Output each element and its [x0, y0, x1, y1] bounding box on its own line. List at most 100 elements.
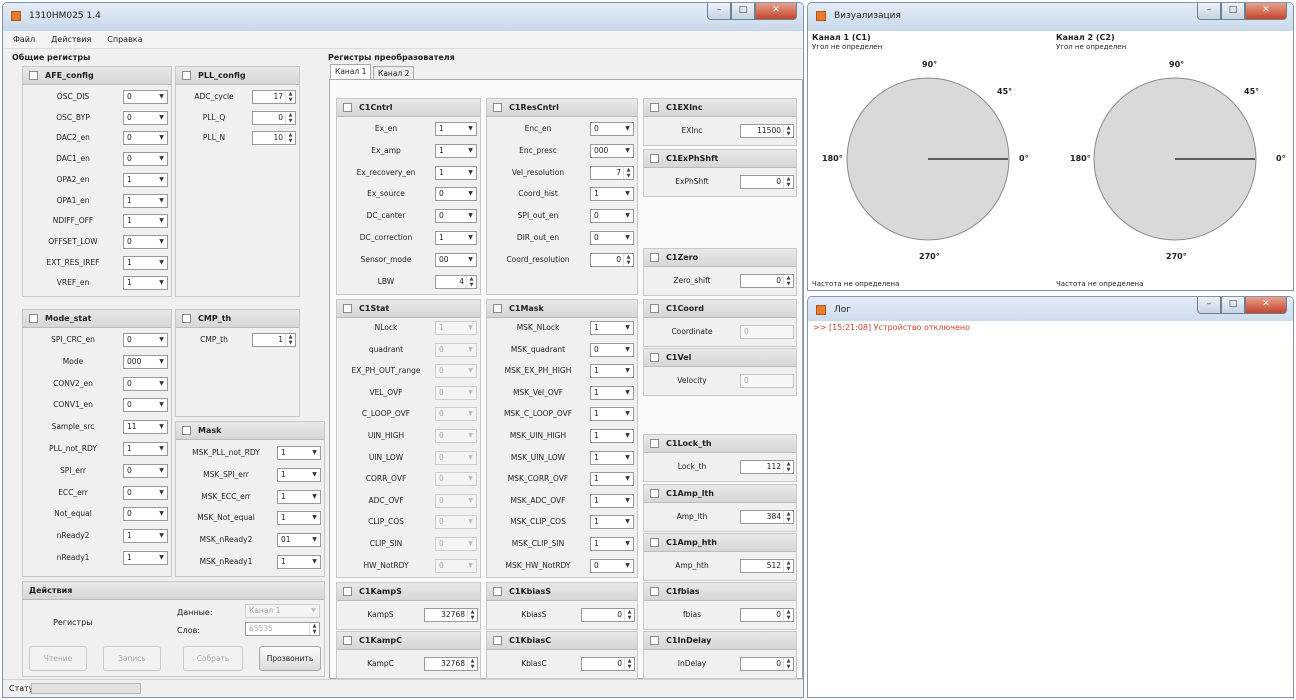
ext-res-iref-select[interactable]: 1 ▼ — [123, 255, 168, 270]
clip-sin-select[interactable]: 0 ▼ — [435, 537, 477, 551]
cmp-th-checkbox[interactable] — [182, 314, 191, 323]
enc-presc-select[interactable]: 000 ▼ — [590, 143, 634, 158]
msk-uin-low-select[interactable]: 1 ▼ — [590, 450, 634, 465]
osc-dis-select[interactable]: 0 ▼ — [123, 90, 168, 104]
zero-shift-spinner[interactable]: 0 ▲ ▼ — [740, 274, 794, 288]
msk-c-loop-ovf-select[interactable]: 1 ▼ — [590, 407, 634, 422]
opa1-en-select[interactable]: 1 ▼ — [123, 193, 168, 208]
hw-notrdy-select[interactable]: 0 ▼ — [435, 558, 477, 573]
pll-not-rdy-select[interactable]: 1 ▼ — [123, 442, 168, 456]
mode-select[interactable]: 000 ▼ — [123, 354, 168, 369]
c1stat-checkbox[interactable] — [343, 304, 352, 313]
ex-recovery-en-select[interactable]: 1 ▼ — [435, 165, 477, 180]
not-equal-select[interactable]: 0 ▼ — [123, 507, 168, 522]
c1kbiass-checkbox[interactable] — [493, 587, 502, 596]
msk-hw-notrdy-select[interactable]: 0 ▼ — [590, 558, 634, 573]
read-button[interactable]: Чтение — [29, 646, 87, 671]
velocity-field[interactable]: 0 — [740, 374, 794, 388]
main-titlebar[interactable]: 1310HM025 1.4 – □ ✕ — [3, 3, 803, 31]
visualization-titlebar[interactable]: Визуализация – □ ✕ — [808, 3, 1293, 31]
corr-ovf-select[interactable]: 0 ▼ — [435, 472, 477, 487]
amp-hth-spinner[interactable]: 512 ▲ ▼ — [740, 559, 794, 573]
dc-correction-select[interactable]: 1 ▼ — [435, 231, 477, 245]
uin-low-select[interactable]: 0 ▼ — [435, 450, 477, 465]
msk-adc-ovf-select[interactable]: 1 ▼ — [590, 493, 634, 508]
c1kbiasc-checkbox[interactable] — [493, 636, 502, 645]
maximize-icon[interactable]: □ — [1221, 3, 1245, 20]
c1exphshft-checkbox[interactable] — [650, 154, 659, 163]
c1mask-checkbox[interactable] — [493, 304, 502, 313]
dac2-en-select[interactable]: 0 ▼ — [123, 131, 168, 146]
msk-nlock-select[interactable]: 1 ▼ — [590, 321, 634, 335]
cmp-th-spinner[interactable]: 1 ▲ ▼ — [252, 333, 296, 347]
pll-q-spinner[interactable]: 0 ▲ ▼ — [252, 110, 296, 125]
enc-en-select[interactable]: 0 ▼ — [590, 122, 634, 136]
menu-file[interactable]: Файл — [3, 31, 41, 44]
afe-config-checkbox[interactable] — [29, 71, 38, 80]
log-text-area[interactable] — [808, 321, 1293, 697]
kamps-spinner[interactable]: 32768 ▲ ▼ — [424, 608, 478, 622]
c1ampl-checkbox[interactable] — [650, 489, 659, 498]
ex-amp-select[interactable]: 1 ▼ — [435, 143, 477, 158]
exphshft-spinner[interactable]: 0 ▲ ▼ — [740, 175, 794, 189]
lbw-spinner[interactable]: 4 ▲ ▼ — [435, 274, 477, 289]
ring-button[interactable]: Прозвонить — [259, 646, 321, 671]
dc-canter-select[interactable]: 0 ▼ — [435, 209, 477, 224]
ex-ph-out-range-select[interactable]: 0 ▼ — [435, 364, 477, 379]
mode-stat-checkbox[interactable] — [29, 314, 38, 323]
sensor-mode-select[interactable]: 00 ▼ — [435, 252, 477, 267]
c1cntrl-checkbox[interactable] — [343, 103, 352, 112]
c1kamps-checkbox[interactable] — [343, 587, 352, 596]
c1fbias-checkbox[interactable] — [650, 587, 659, 596]
msk-corr-ovf-select[interactable]: 1 ▼ — [590, 472, 634, 487]
uin-high-select[interactable]: 0 ▼ — [435, 429, 477, 443]
c1amph-checkbox[interactable] — [650, 538, 659, 547]
c1kampc-checkbox[interactable] — [343, 636, 352, 645]
close-icon[interactable]: ✕ — [755, 3, 797, 20]
close-icon[interactable]: ✕ — [1245, 297, 1287, 314]
sample-src-select[interactable]: 11 ▼ — [123, 420, 168, 435]
osc-byp-select[interactable]: 0 ▼ — [123, 110, 168, 125]
c1rescntrl-checkbox[interactable] — [493, 103, 502, 112]
msk-clip-sin-select[interactable]: 1 ▼ — [590, 537, 634, 551]
msk-ex-ph-high-select[interactable]: 1 ▼ — [590, 364, 634, 379]
c-loop-ovf-select[interactable]: 0 ▼ — [435, 407, 477, 422]
coord-resolution-spinner[interactable]: 0 ▲ ▼ — [590, 252, 634, 267]
spi-out-en-select[interactable]: 0 ▼ — [590, 209, 634, 224]
coord-hist-select[interactable]: 1 ▼ — [590, 187, 634, 202]
amp-lth-spinner[interactable]: 384 ▲ ▼ — [740, 510, 794, 524]
close-icon[interactable]: ✕ — [1245, 3, 1287, 20]
assemble-button[interactable]: Собрать — [183, 646, 243, 671]
tab-channel-1[interactable]: Канал 1 — [330, 64, 372, 79]
msk-not-equal-select[interactable]: 1 ▼ — [277, 511, 321, 526]
msk-nready2-select[interactable]: 01 ▼ — [277, 533, 321, 548]
maximize-icon[interactable]: □ — [731, 3, 755, 20]
nready1-select[interactable]: 1 ▼ — [123, 551, 168, 565]
adc-cycle-spinner[interactable]: 17 ▲ ▼ — [252, 90, 296, 104]
kbiasc-spinner[interactable]: 0 ▲ ▼ — [581, 657, 635, 671]
vel-resolution-spinner[interactable]: 7 ▲ ▼ — [590, 165, 634, 180]
dir-out-en-select[interactable]: 0 ▼ — [590, 231, 634, 245]
adc-ovf-select[interactable]: 0 ▼ — [435, 493, 477, 508]
menu-actions[interactable]: Действия — [41, 31, 97, 44]
fbias-spinner[interactable]: 0 ▲ ▼ — [740, 608, 794, 622]
nready2-select[interactable]: 1 ▼ — [123, 529, 168, 544]
pll-n-spinner[interactable]: 10 ▲ ▼ — [252, 131, 296, 146]
conv1-en-select[interactable]: 0 ▼ — [123, 398, 168, 413]
coordinate-field[interactable]: 0 — [740, 325, 794, 339]
pll-config-checkbox[interactable] — [182, 71, 191, 80]
c1exinc-checkbox[interactable] — [650, 103, 659, 112]
vref-en-select[interactable]: 1 ▼ — [123, 276, 168, 291]
mask-checkbox[interactable] — [182, 426, 191, 435]
kbiass-spinner[interactable]: 0 ▲ ▼ — [581, 608, 635, 622]
conv2-en-select[interactable]: 0 ▼ — [123, 376, 168, 391]
menu-help[interactable]: Справка — [97, 31, 148, 44]
msk-quadrant-select[interactable]: 0 ▼ — [590, 342, 634, 357]
kampc-spinner[interactable]: 32768 ▲ ▼ — [424, 657, 478, 671]
maximize-icon[interactable]: □ — [1221, 297, 1245, 314]
lock-th-spinner[interactable]: 112 ▲ ▼ — [740, 460, 794, 474]
ex-en-select[interactable]: 1 ▼ — [435, 122, 477, 136]
offset-low-select[interactable]: 0 ▼ — [123, 234, 168, 249]
c1vel-checkbox[interactable] — [650, 353, 659, 362]
opa2-en-select[interactable]: 1 ▼ — [123, 172, 168, 187]
